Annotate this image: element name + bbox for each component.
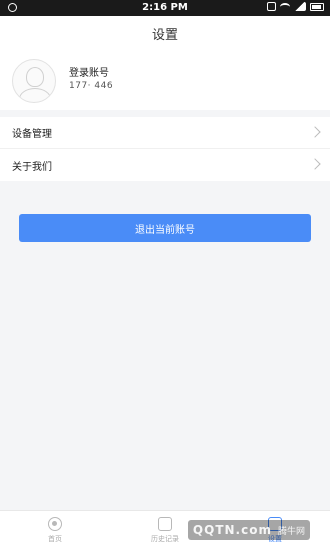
account-phone: 177· 446 [69, 81, 114, 91]
menu-item-about-us[interactable]: 关于我们 [0, 149, 330, 181]
chevron-right-icon [309, 158, 321, 170]
status-bar: 2:16 PM [0, 0, 330, 16]
menu-item-device-management[interactable]: 设备管理 [0, 117, 330, 149]
settings-menu: 设备管理 关于我们 [0, 117, 330, 181]
avatar[interactable] [12, 59, 56, 103]
tab-home[interactable]: 首页 [0, 511, 110, 550]
watermark-brand: QQTN.com [192, 523, 272, 537]
history-icon [158, 517, 172, 531]
avatar-body-icon [19, 88, 51, 102]
signal-icon [294, 2, 306, 11]
tab-label: 首页 [48, 535, 62, 543]
logout-button[interactable]: 退出当前账号 [19, 214, 311, 242]
menu-item-label: 设备管理 [12, 129, 52, 140]
tab-label: 历史记录 [151, 535, 179, 543]
login-account-label: 登录账号 [69, 68, 109, 79]
wifi-icon [280, 2, 290, 11]
profile-card[interactable]: 登录账号 177· 446 [0, 50, 330, 110]
avatar-head-icon [26, 67, 44, 87]
watermark-text: 腾牛网 [277, 526, 305, 537]
home-icon [48, 517, 62, 531]
status-icons [267, 2, 324, 11]
battery-icon [310, 2, 324, 11]
vibrate-icon [267, 2, 276, 11]
page-title: 设置 [0, 16, 330, 50]
menu-item-label: 关于我们 [12, 161, 52, 173]
watermark: QQTN.com 腾牛网 [187, 520, 310, 540]
chevron-right-icon [309, 126, 321, 138]
